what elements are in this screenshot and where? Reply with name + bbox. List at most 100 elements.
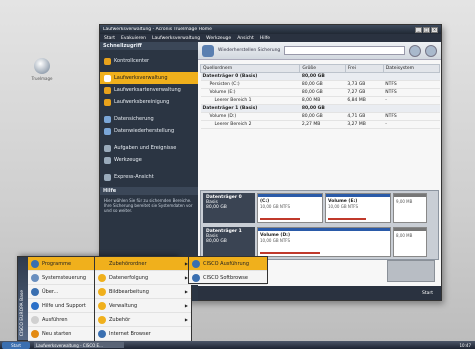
info-icon xyxy=(31,287,39,296)
help-text: Hier wählen Sie für zu sichernden Bereic… xyxy=(104,198,193,213)
cisco-submenu: CISCO Ausführung CISCO Softbrowse xyxy=(188,256,268,285)
folder-icon xyxy=(98,301,106,310)
column-header[interactable]: Quellordnern xyxy=(199,64,301,73)
start-item-programme[interactable]: Programme ▶ xyxy=(28,257,104,271)
arrow-right-icon: ▶ xyxy=(184,303,188,308)
volume-table: Quellordnern Größe Frei Dateisystem Date… xyxy=(199,64,441,129)
partition[interactable]: Volume (D:) 10,00 GB NTFS xyxy=(257,227,391,257)
app-icon xyxy=(192,273,200,282)
back-icon[interactable] xyxy=(409,44,421,57)
broom-icon xyxy=(104,98,111,106)
start-item-ausfuehren[interactable]: Ausführen xyxy=(28,313,104,327)
home-icon xyxy=(104,57,111,65)
disk-label[interactable]: Datenträger 0 Basis 80,00 GB xyxy=(203,193,255,223)
table-row[interactable]: Datenträger 1 (Basis) 80,00 GB xyxy=(200,104,440,113)
sidebar-item-label: Laufwerksverwaltung xyxy=(114,75,168,81)
bottom-bar-label[interactable]: Start xyxy=(422,291,433,296)
run-icon xyxy=(31,315,39,324)
sidebar-item-label: Kontrollcenter xyxy=(114,58,150,64)
table-row[interactable]: Leerer Bereich 2 2,27 MB 3,27 MB - xyxy=(200,120,440,129)
close-button[interactable]: × xyxy=(431,26,438,33)
partition[interactable]: 8,00 MB xyxy=(393,227,427,257)
start-item-neu-starten[interactable]: Neu starten xyxy=(28,327,104,341)
help-header: Hilfe xyxy=(100,187,198,195)
sidebar-item-aufgaben[interactable]: Aufgaben und Ereignisse xyxy=(100,142,198,154)
submenu-item[interactable]: Datenerfolgung ▶ xyxy=(95,271,191,285)
sidebar-item-datenwiederherstellung[interactable]: Datenwiederherstellung xyxy=(100,125,198,137)
partition[interactable]: Volume (E:) 10,00 GB NTFS xyxy=(325,193,391,223)
menu-evakuieren[interactable]: Evakuieren xyxy=(121,36,146,41)
app-icon xyxy=(192,259,200,268)
start-item-ueber[interactable]: Über... xyxy=(28,285,104,299)
sidebar-item-kontrollcenter[interactable]: Kontrollcenter xyxy=(100,55,198,67)
forward-icon[interactable] xyxy=(425,44,437,57)
submenu-item[interactable]: Verwaltung ▶ xyxy=(95,299,191,313)
action-button[interactable] xyxy=(387,260,435,282)
menu-start[interactable]: Start xyxy=(104,36,115,41)
menu-werkzeuge[interactable]: Werkzeuge xyxy=(206,36,231,41)
clock: 10:47 xyxy=(459,342,471,348)
sidebar-item-label: Datenwiederherstellung xyxy=(114,128,175,134)
submenu-item[interactable]: CISCO Ausführung xyxy=(189,257,267,271)
start-menu-band: CISCO EUROPA Base xyxy=(18,257,28,340)
submenu-item[interactable]: Internet Browser xyxy=(95,327,191,341)
start-item-systemsteuerung[interactable]: Systemsteuerung ▶ xyxy=(28,271,104,285)
maximize-button[interactable]: □ xyxy=(423,26,430,33)
disk-label[interactable]: Datenträger 1 Basis 80,00 GB xyxy=(203,227,255,257)
partition[interactable]: (C:) 10,00 GB NTFS xyxy=(257,193,323,223)
programs-icon xyxy=(31,259,39,268)
sidebar-item-label: Werkzeuge xyxy=(114,157,142,163)
disk-map: Datenträger 0 Basis 80,00 GB (C:) 10,00 … xyxy=(200,190,439,260)
column-header[interactable]: Dateisystem xyxy=(382,64,441,73)
sidebar-item-laufwerksartenverwaltung[interactable]: Laufwerksartenverwaltung xyxy=(100,84,198,96)
submenu-item[interactable]: Zubehör ▶ xyxy=(95,313,191,327)
sidebar-header: Schnellzugriff xyxy=(100,42,198,50)
start-item-hilfe[interactable]: Hilfe und Support xyxy=(28,299,104,313)
desktop-icon-label: TrueImage xyxy=(31,76,53,81)
sidebar-item-label: Express-Ansicht xyxy=(114,174,154,180)
menu-ansicht[interactable]: Ansicht xyxy=(237,36,254,41)
menu-laufwerksverwaltung[interactable]: Laufwerksverwaltung xyxy=(152,36,200,41)
backup-icon xyxy=(104,115,111,123)
submenu-item[interactable]: Zubehörordner ▶ xyxy=(95,257,191,271)
toolbar-text: Wiederherstellen Sicherung xyxy=(218,48,281,53)
start-button[interactable]: Start xyxy=(2,341,30,349)
folder-icon xyxy=(98,273,106,282)
arrow-right-icon: ▶ xyxy=(184,317,188,322)
table-row[interactable]: Volume (E:) 80,00 GB 7,27 GB NTFS xyxy=(200,88,440,97)
menu-hilfe[interactable]: Hilfe xyxy=(260,36,270,41)
restore-icon xyxy=(104,127,111,135)
table-row[interactable]: Datenträger 0 (Basis) 80,00 GB xyxy=(200,72,440,81)
column-header[interactable]: Größe xyxy=(299,64,346,73)
submenu-item[interactable]: Bildbearbeitung ▶ xyxy=(95,285,191,299)
column-header[interactable]: Frei xyxy=(344,64,384,73)
sidebar-item-label: Laufwerksartenverwaltung xyxy=(114,87,181,93)
table-row[interactable]: Leerer Bereich 1 8,00 MB 6,84 MB - xyxy=(200,96,440,105)
programs-submenu: Zubehörordner ▶ Datenerfolgung ▶ Bildbea… xyxy=(94,256,192,341)
sidebar-item-datensicherung[interactable]: Datensicherung xyxy=(100,113,198,125)
globe-icon xyxy=(98,329,106,338)
toolbar-field[interactable] xyxy=(284,46,405,55)
tools-icon xyxy=(104,156,111,164)
sidebar-item-werkzeuge[interactable]: Werkzeuge xyxy=(100,154,198,166)
tasks-icon xyxy=(104,144,111,152)
sidebar-item-laufwerksverwaltung[interactable]: Laufwerksverwaltung xyxy=(100,72,198,84)
control-panel-icon xyxy=(31,273,39,282)
table-row[interactable]: Persisten (C:) 80,00 GB 3,73 GB NTFS xyxy=(200,80,440,89)
desktop-icon[interactable]: TrueImage xyxy=(29,58,55,81)
partition[interactable]: 9,00 MB xyxy=(393,193,427,223)
taskbar-item[interactable]: Laufwerksverwaltung - CISCO E... xyxy=(34,342,124,348)
table-row[interactable]: Volume (D:) 80,00 GB 4,71 GB NTFS xyxy=(200,112,440,121)
toolbar: Wiederherstellen Sicherung xyxy=(198,42,441,60)
restore-icon[interactable] xyxy=(202,44,214,57)
sidebar-item-express[interactable]: Express-Ansicht xyxy=(100,171,198,183)
help-icon xyxy=(31,301,39,310)
sidebar-item-laufwerksbereinigung[interactable]: Laufwerksbereinigung xyxy=(100,96,198,108)
sidebar-item-label: Aufgaben und Ereignisse xyxy=(114,145,177,151)
disk-row: Datenträger 1 Basis 80,00 GB Volume (D:)… xyxy=(203,227,436,257)
disk-icon xyxy=(104,86,111,94)
title-bar[interactable]: Laufwerksverwaltung - Acronis TrueImage … xyxy=(100,25,441,34)
sidebar-item-label: Datensicherung xyxy=(114,116,154,122)
minimize-button[interactable]: _ xyxy=(415,26,422,33)
submenu-item[interactable]: CISCO Softbrowse xyxy=(189,271,267,285)
